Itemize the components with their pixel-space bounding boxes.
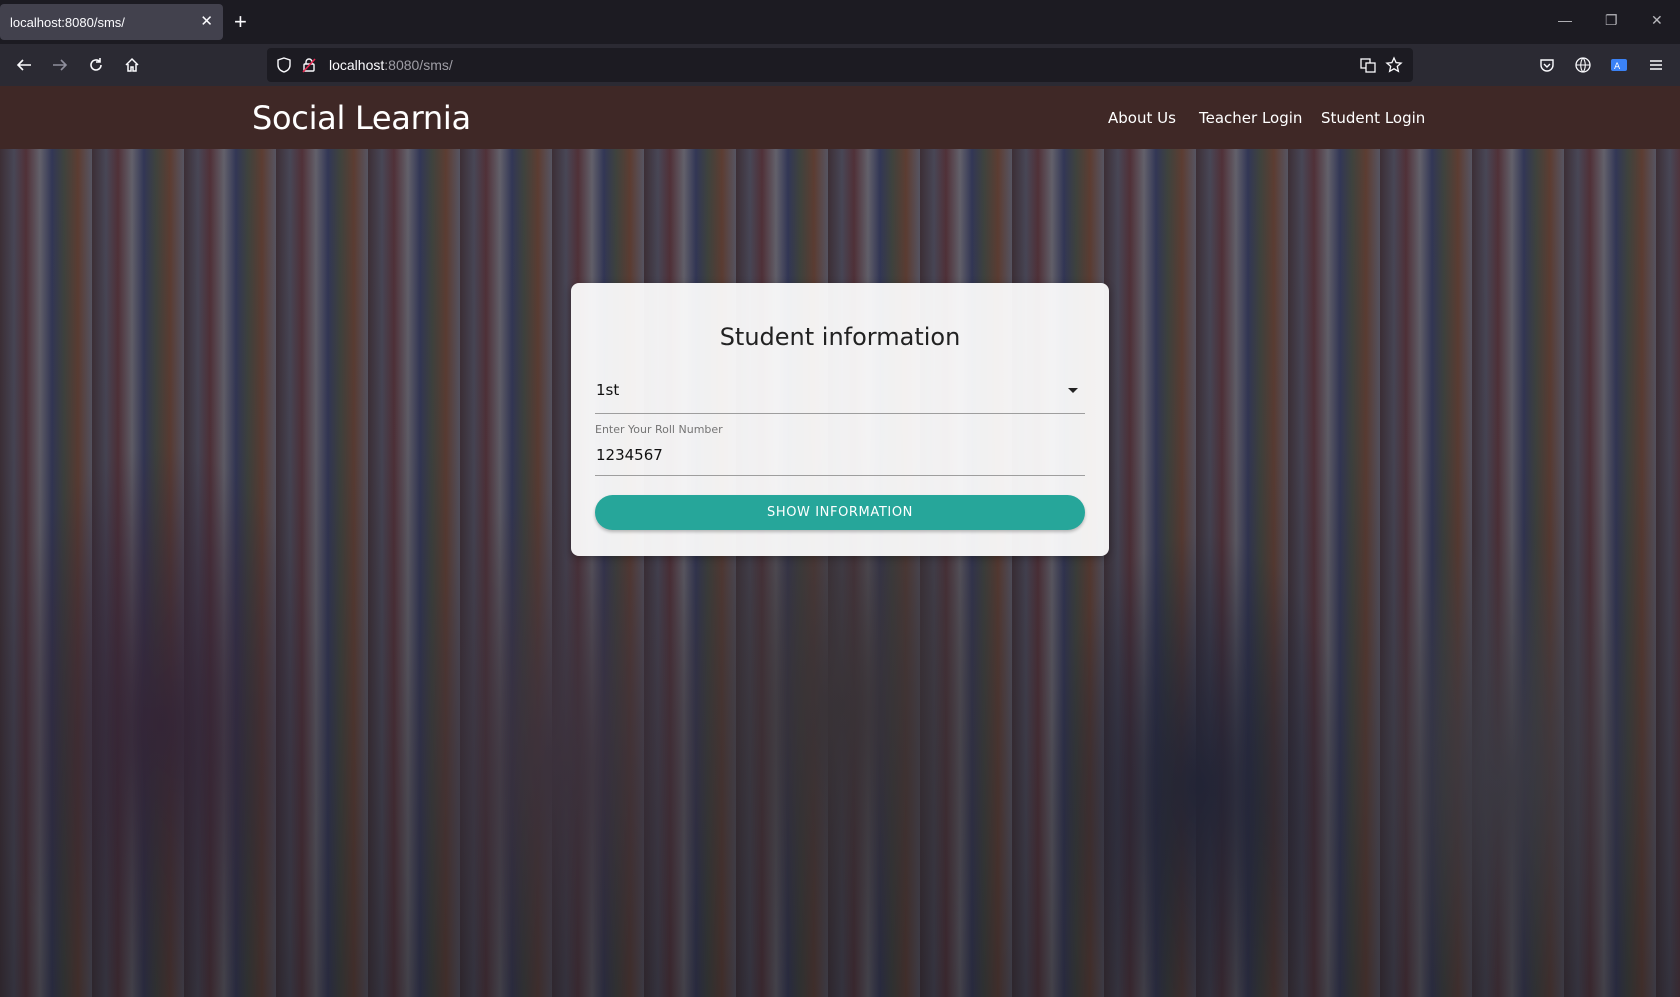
class-select[interactable]: 1st <box>595 373 1085 414</box>
tab-close-icon[interactable]: ✕ <box>200 12 213 30</box>
back-icon[interactable] <box>10 51 38 79</box>
star-icon[interactable] <box>1385 56 1403 74</box>
pocket-icon[interactable] <box>1538 56 1556 74</box>
page: Social Learnia About Us Teacher Login St… <box>0 86 1680 997</box>
card-title: Student information <box>719 323 961 351</box>
translate-icon[interactable] <box>1359 56 1377 74</box>
browser-nav-bar: localhost:8080/sms/ A <box>0 44 1680 86</box>
home-icon[interactable] <box>118 51 146 79</box>
address-bar[interactable]: localhost:8080/sms/ <box>267 48 1413 82</box>
tab-title: localhost:8080/sms/ <box>10 15 125 30</box>
new-tab-button[interactable]: + <box>234 9 247 35</box>
browser-tab[interactable]: localhost:8080/sms/ ✕ <box>0 4 223 40</box>
roll-number-value: 1234567 <box>596 446 663 464</box>
forward-icon[interactable] <box>46 51 74 79</box>
extension-icon[interactable]: A <box>1610 56 1628 74</box>
reload-icon[interactable] <box>82 51 110 79</box>
roll-number-input[interactable]: 1234567 <box>595 438 1085 476</box>
browser-tab-bar: localhost:8080/sms/ ✕ + — ❐ ✕ <box>0 0 1680 44</box>
shield-icon[interactable] <box>275 56 293 74</box>
student-info-card: Student information 1st Enter Your Roll … <box>571 283 1109 556</box>
svg-text:A: A <box>1614 62 1621 72</box>
menu-icon[interactable] <box>1647 56 1665 74</box>
url-path: :8080/sms/ <box>384 57 453 73</box>
lock-icon[interactable] <box>300 56 318 74</box>
roll-number-label: Enter Your Roll Number <box>595 423 723 436</box>
nav-link-about-us[interactable]: About Us <box>1108 109 1176 127</box>
show-information-button[interactable]: SHOW INFORMATION <box>595 495 1085 530</box>
url-text: localhost:8080/sms/ <box>329 57 453 73</box>
nav-link-student-login[interactable]: Student Login <box>1321 109 1425 127</box>
site-header: Social Learnia About Us Teacher Login St… <box>0 86 1680 149</box>
restore-button[interactable]: ❐ <box>1605 12 1618 29</box>
caret-down-icon <box>1068 388 1078 393</box>
minimize-button[interactable]: — <box>1558 12 1572 28</box>
site-logo[interactable]: Social Learnia <box>252 99 471 137</box>
class-select-value: 1st <box>596 381 620 399</box>
close-window-button[interactable]: ✕ <box>1651 12 1663 29</box>
globe-icon[interactable] <box>1574 56 1592 74</box>
url-host: localhost <box>329 57 385 73</box>
nav-link-teacher-login[interactable]: Teacher Login <box>1199 109 1302 127</box>
